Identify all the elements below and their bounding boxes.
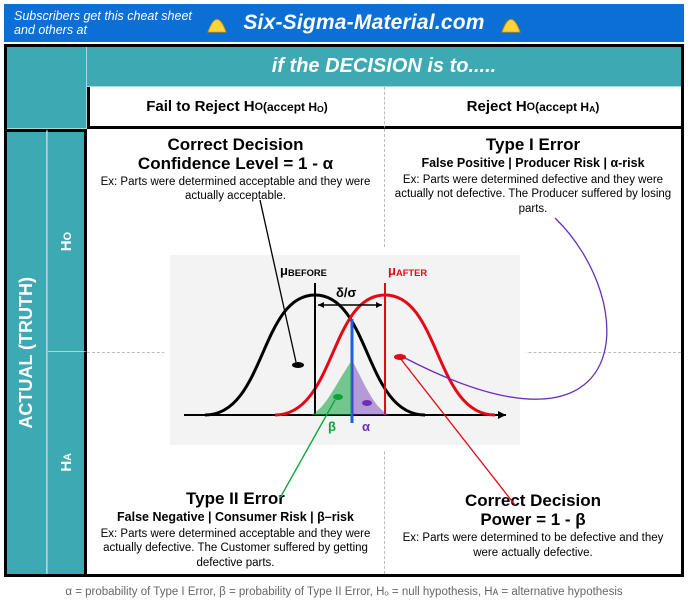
quad-bl-title: Type II Error — [93, 489, 378, 509]
quad-bl-ex: Ex: Parts were determined acceptable and… — [93, 527, 378, 570]
bell-icon — [206, 12, 228, 34]
mu-after-label: μAFTER — [388, 263, 427, 278]
col-fail-label: Fail to Reject H — [146, 98, 254, 115]
quad-tr-ex: Ex: Parts were determined defective and … — [391, 173, 675, 216]
delta-sigma-label: δ/σ — [336, 285, 356, 300]
mu-before-label: μBEFORE — [280, 263, 327, 278]
bell-curves-figure: μBEFORE μAFTER δ/σ β α — [170, 255, 520, 445]
row-h0: HO — [47, 129, 87, 352]
page: Subscribers get this cheat sheet and oth… — [0, 0, 688, 601]
subscribe-note: Subscribers get this cheat sheet and oth… — [14, 9, 204, 38]
quad-br-ex: Ex: Parts were determined to be defectiv… — [391, 531, 675, 560]
row-ha: HA — [47, 352, 87, 575]
row-actual-truth: ACTUAL (TRUTH) — [7, 129, 47, 574]
quad-bl-sub: False Negative | Consumer Risk | β–risk — [93, 510, 378, 524]
col-reject: Reject HO (accept HA) — [384, 87, 681, 129]
alpha-label: α — [362, 419, 370, 434]
bell-curves-svg — [170, 255, 520, 445]
quad-tl-sub: Confidence Level = 1 - α — [93, 154, 378, 174]
bell-icon — [500, 12, 522, 34]
site-title: Six-Sigma-Material.com — [230, 11, 498, 35]
decision-header: if the DECISION is to..... — [87, 47, 681, 87]
title-bar: Subscribers get this cheat sheet and oth… — [4, 4, 684, 42]
stub-corner — [7, 47, 87, 129]
quad-tl-ex: Ex: Parts were determined acceptable and… — [93, 175, 378, 204]
col-reject-label: Reject H — [467, 98, 527, 115]
quad-br-title: Correct Decision — [391, 491, 675, 511]
quad-tr-title: Type I Error — [391, 135, 675, 155]
quad-br-sub: Power = 1 - β — [391, 510, 675, 530]
col-fail-to-reject: Fail to Reject HO (accept HO) — [87, 87, 384, 129]
footnote: α = probability of Type I Error, β = pro… — [0, 586, 688, 598]
quad-tr-sub: False Positive | Producer Risk | α-risk — [391, 156, 675, 170]
beta-label: β — [328, 419, 336, 434]
quad-tl-title: Correct Decision — [93, 135, 378, 155]
